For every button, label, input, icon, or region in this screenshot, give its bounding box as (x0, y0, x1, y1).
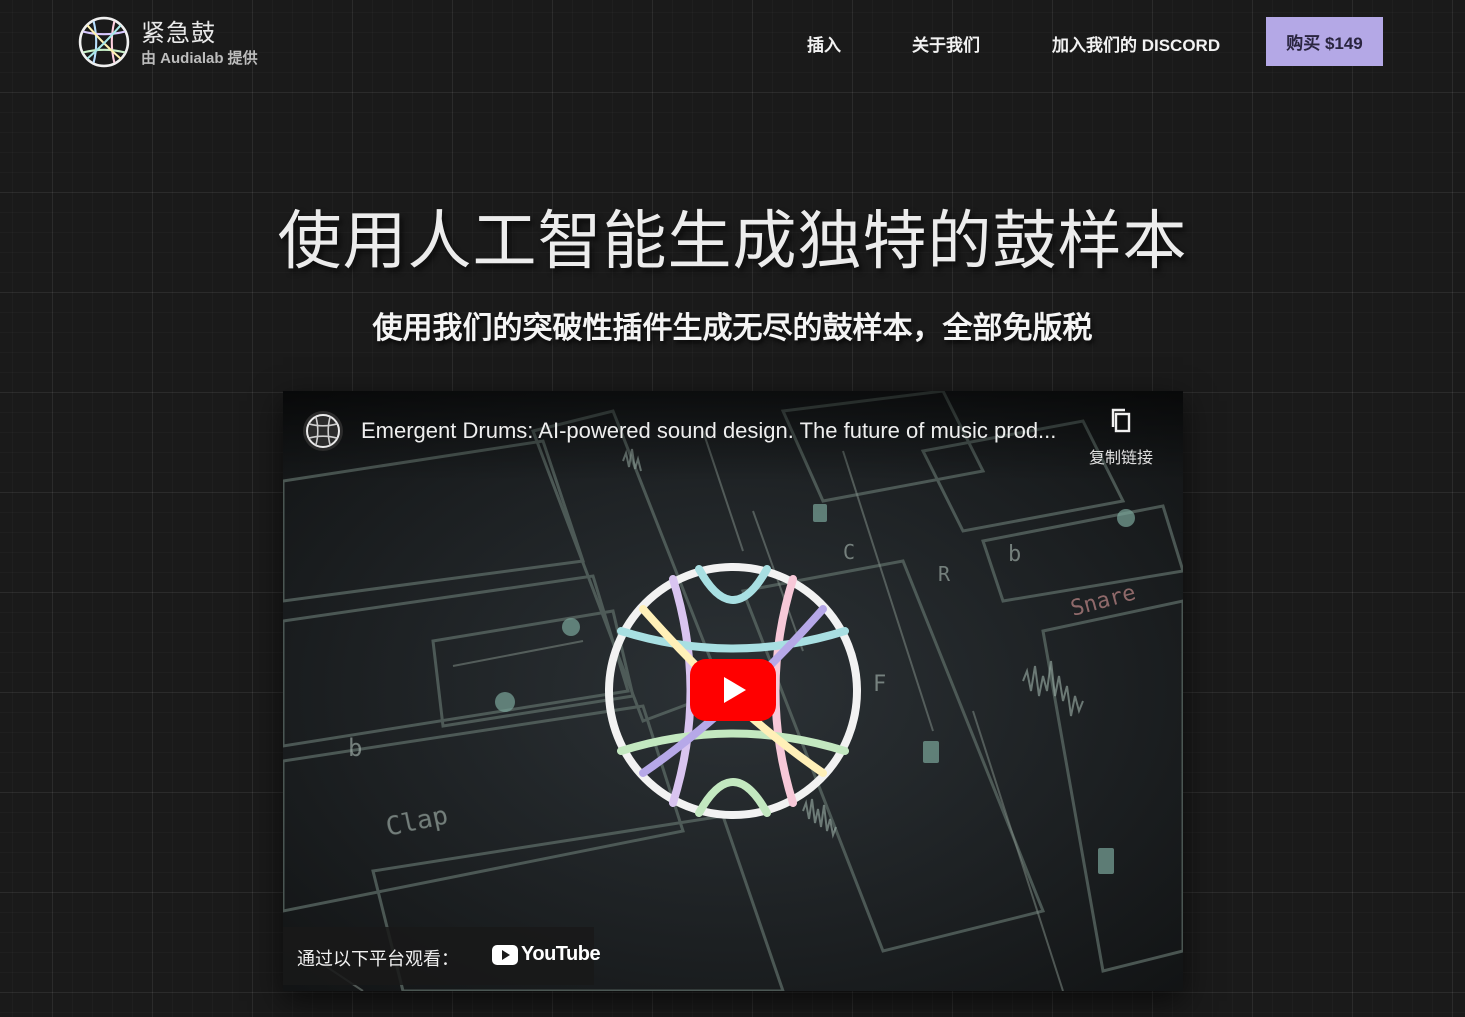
site-header: 紧急鼓 由 Audialab 提供 插入 关于我们 加入我们的 DISCORD … (0, 0, 1465, 82)
bg-label-b2: b (1008, 542, 1021, 567)
nav-link-discord[interactable]: 加入我们的 DISCORD (1052, 31, 1220, 56)
copy-icon (1111, 408, 1131, 433)
bg-label-f: F (873, 672, 886, 697)
watch-on-youtube-bar[interactable]: 通过以下平台观看： YouTube (283, 927, 601, 985)
brand-logo-icon[interactable] (78, 16, 130, 68)
brand-subtitle: 由 Audialab 提供 (141, 50, 258, 67)
copy-link-button[interactable]: 复制链接 (1081, 407, 1161, 467)
hero-title: 使用人工智能生成独特的鼓样本 (277, 205, 1188, 279)
youtube-icon (492, 945, 518, 965)
brand-title[interactable]: 紧急鼓 (141, 13, 216, 48)
video-title-link[interactable]: Emergent Drums: AI-powered sound design.… (361, 418, 1071, 444)
bg-label-b1: b (348, 734, 362, 762)
hero-subtitle: 使用我们的突破性插件生成无尽的鼓样本，全部免版税 (372, 312, 1093, 345)
buy-button[interactable]: 购买 $149 (1266, 17, 1383, 66)
nav-link-insert[interactable]: 插入 (807, 31, 841, 56)
watch-on-label: 通过以下平台观看： (297, 949, 459, 969)
channel-logo-icon (306, 414, 340, 448)
bg-label-r: R (938, 562, 951, 586)
nav-link-about[interactable]: 关于我们 (912, 31, 980, 56)
copy-link-label: 复制链接 (1088, 450, 1153, 467)
youtube-logo: YouTube (492, 943, 601, 970)
channel-avatar[interactable] (303, 411, 343, 451)
youtube-wordmark: YouTube (521, 943, 601, 965)
video-embed[interactable]: Clap Snare b b C R F Emergent Drums: AI-… (283, 391, 1183, 991)
play-button[interactable] (603, 561, 863, 821)
play-icon (690, 659, 776, 721)
